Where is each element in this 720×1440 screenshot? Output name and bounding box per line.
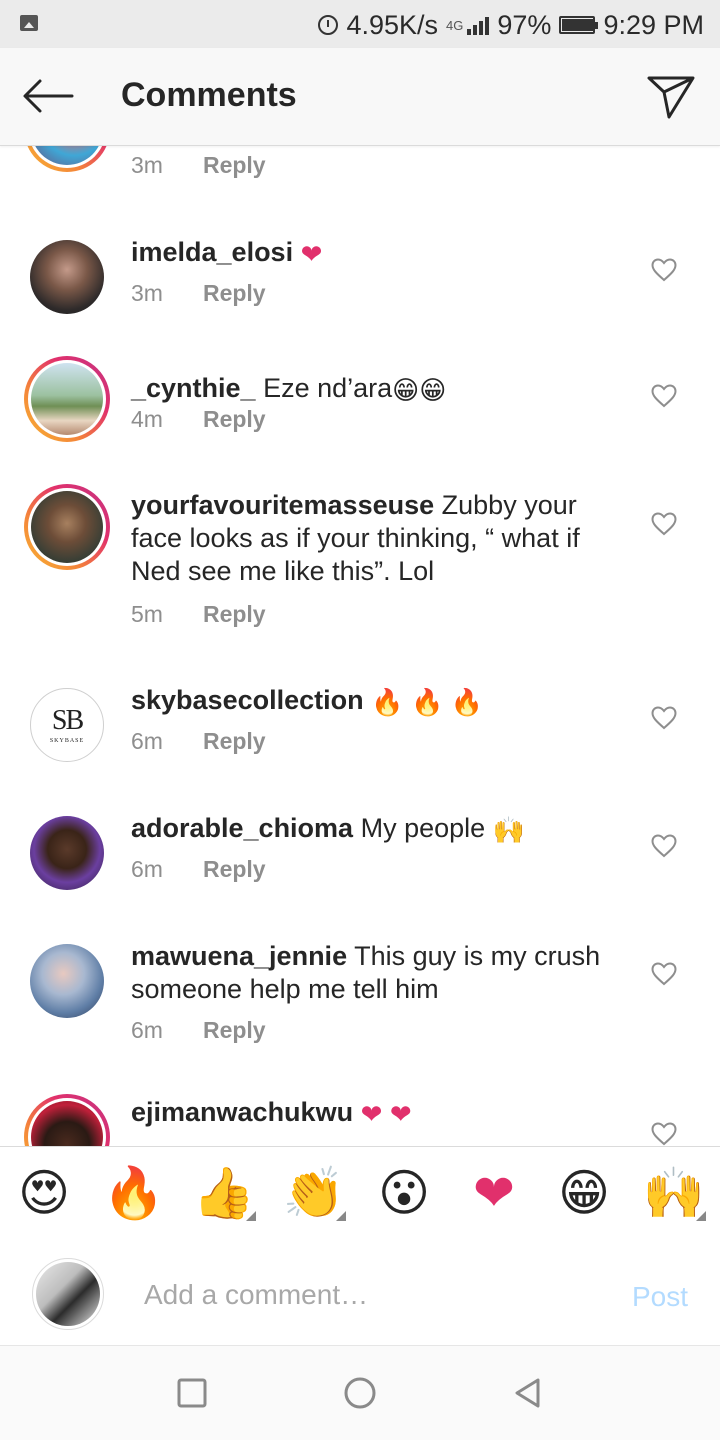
like-heart-icon[interactable]: [651, 258, 677, 282]
emoji-fire-button[interactable]: 🔥: [102, 1161, 166, 1225]
avatar[interactable]: [24, 146, 110, 172]
fire-emoji: 🔥: [450, 687, 484, 717]
comment-item: imelda_elosi ❤ 3m Reply: [0, 234, 720, 334]
avatar[interactable]: [24, 1094, 110, 1146]
skin-tone-indicator-icon: [336, 1211, 346, 1221]
emoji-heart-button[interactable]: ❤: [462, 1161, 526, 1225]
alarm-icon: [318, 15, 339, 35]
emoji-clap-button[interactable]: 👏: [282, 1161, 346, 1225]
reply-button[interactable]: Reply: [203, 728, 266, 755]
comment-input[interactable]: [144, 1275, 584, 1315]
battery-icon: [559, 16, 599, 34]
comment-time: 6m: [131, 728, 163, 754]
reply-button[interactable]: Reply: [203, 856, 266, 883]
like-heart-icon[interactable]: [651, 512, 677, 536]
reply-button[interactable]: Reply: [203, 601, 266, 628]
net-type: 4G: [446, 17, 464, 33]
skybase-logo-caption: SKYBASE: [49, 737, 85, 744]
emoji-quick-bar: 😍 🔥 👍 👏 😮 ❤ 😁 🙌: [0, 1146, 720, 1246]
comment-username[interactable]: yourfavouritemasseuse: [131, 490, 434, 520]
comment-username[interactable]: mawuena_jennie: [131, 941, 347, 971]
emoji-heart-eyes-button[interactable]: 😍: [12, 1161, 76, 1225]
comment-time: 6m: [131, 856, 163, 882]
comment-time: 3m: [131, 280, 163, 306]
reply-button[interactable]: Reply: [203, 1017, 266, 1044]
battery-percent: 97%: [497, 9, 552, 40]
comment-time: 6m: [131, 1017, 163, 1043]
heart-emoji: ❤: [300, 239, 323, 269]
grin-emoji: 😁: [419, 375, 447, 405]
top-app-bar: Comments: [0, 48, 720, 146]
like-heart-icon[interactable]: [651, 1122, 677, 1146]
heart-emoji: ❤: [360, 1099, 383, 1129]
comment-username[interactable]: skybasecollection: [131, 685, 364, 715]
comment-username[interactable]: imelda_elosi: [131, 237, 293, 267]
comment-item: yourfavouritemasseuse Zubby your face lo…: [0, 484, 720, 634]
comments-list[interactable]: 3m Reply imelda_elosi ❤ 3m Reply _cynthi…: [0, 146, 720, 1146]
skin-tone-indicator-icon: [246, 1211, 256, 1221]
comment-username[interactable]: _cynthie_: [131, 373, 256, 403]
reply-button[interactable]: Reply: [203, 280, 266, 307]
page-title: Comments: [121, 76, 297, 114]
fire-emoji: 🔥: [411, 687, 444, 717]
comment-username[interactable]: adorable_chioma: [131, 813, 353, 843]
image-icon: [20, 15, 38, 31]
comment-item: mawuena_jennie This guy is my crush some…: [0, 938, 720, 1068]
like-heart-icon[interactable]: [651, 706, 677, 730]
comment-time: 4m: [131, 406, 163, 432]
paper-plane-icon: [647, 76, 695, 119]
heart-emoji: ❤: [389, 1099, 412, 1129]
own-avatar[interactable]: [32, 1258, 104, 1330]
back-triangle-icon[interactable]: [511, 1376, 545, 1410]
avatar[interactable]: [24, 938, 110, 1024]
comment-username[interactable]: ejimanwachukwu: [131, 1097, 353, 1127]
comment-time: 5m: [131, 601, 163, 627]
emoji-thumbs-up-button[interactable]: 👍: [192, 1161, 256, 1225]
post-button[interactable]: Post: [632, 1281, 688, 1313]
like-heart-icon[interactable]: [651, 834, 677, 858]
emoji-grin-button[interactable]: 😁: [552, 1161, 616, 1225]
system-nav-bar: [0, 1346, 720, 1440]
comment-item: adorable_chioma My people 🙌 6m Reply: [0, 810, 720, 910]
reply-button[interactable]: Reply: [203, 406, 266, 433]
recents-square-icon[interactable]: [175, 1376, 209, 1410]
like-heart-icon[interactable]: [651, 384, 677, 408]
avatar[interactable]: [24, 234, 110, 320]
signal-icon: [467, 15, 490, 35]
reply-button[interactable]: Reply: [203, 152, 266, 179]
comment-composer: Post: [0, 1245, 720, 1346]
share-button[interactable]: [646, 72, 696, 120]
emoji-raised-hands-button[interactable]: 🙌: [642, 1161, 706, 1225]
status-bar: 4.95K/s 4G 97% 9:29 PM: [0, 0, 720, 48]
skin-tone-indicator-icon: [696, 1211, 706, 1221]
avatar[interactable]: [24, 356, 110, 442]
raised-hands-emoji: 🙌: [492, 815, 526, 845]
skybase-logo-mark: SB: [51, 704, 84, 736]
net-speed: 4.95K/s: [346, 9, 439, 40]
like-heart-icon[interactable]: [651, 962, 677, 986]
home-circle-icon[interactable]: [343, 1376, 377, 1410]
fire-emoji: 🔥: [371, 687, 404, 717]
comment-text: My people: [360, 813, 486, 843]
avatar[interactable]: [24, 484, 110, 570]
grin-emoji: 😁: [392, 375, 420, 405]
avatar[interactable]: SB SKYBASE: [24, 682, 110, 768]
avatar[interactable]: [24, 810, 110, 896]
comment-time: 3m: [131, 152, 163, 178]
arrow-left-icon: [23, 79, 74, 113]
comment-item: _cynthie_ Eze nd’ara😁😁 4m Reply: [0, 356, 720, 456]
emoji-surprised-button[interactable]: 😮: [372, 1161, 436, 1225]
back-button[interactable]: [22, 78, 74, 114]
clock-time: 9:29 PM: [603, 9, 704, 40]
comment-item: 3m Reply: [0, 146, 720, 196]
comment-item: SB SKYBASE skybasecollection 🔥 🔥 🔥 6m Re…: [0, 682, 720, 782]
comment-item: ejimanwachukwu ❤ ❤: [0, 1094, 720, 1146]
comment-text: Eze nd’ara: [263, 373, 393, 403]
